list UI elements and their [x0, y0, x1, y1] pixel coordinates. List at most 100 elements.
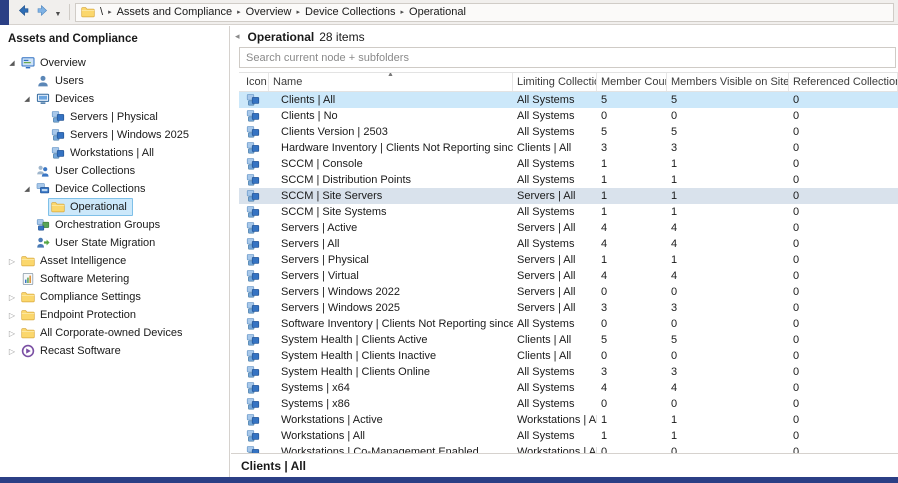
cell-limiting-collection: All Systems	[513, 158, 597, 170]
sidebar-item-devices[interactable]: ◢Devices	[0, 90, 229, 108]
forward-button[interactable]	[33, 2, 51, 22]
table-row[interactable]: SCCM | ConsoleAll Systems110	[239, 156, 898, 172]
collection-icon	[239, 349, 269, 363]
column-header-member-count[interactable]: Member Count	[597, 73, 667, 91]
table-row[interactable]: Systems | x64All Systems440	[239, 380, 898, 396]
column-header-referenced-collection[interactable]: Referenced Collection	[789, 73, 898, 91]
breadcrumb-item-overview[interactable]: Overview	[246, 6, 292, 18]
cell-limiting-collection: Servers | All	[513, 222, 597, 234]
expand-node-icon[interactable]: ▷	[6, 311, 18, 320]
table-row[interactable]: Workstations | ActiveWorkstations | All1…	[239, 412, 898, 428]
column-header-name[interactable]: Name▲	[269, 73, 513, 91]
column-header-limiting-collection[interactable]: Limiting Collection	[513, 73, 597, 91]
search-input[interactable]	[240, 52, 895, 64]
collection-icon	[239, 365, 269, 379]
expand-node-icon[interactable]: ▷	[6, 329, 18, 338]
column-header-members-visible-on-site[interactable]: Members Visible on Site	[667, 73, 789, 91]
breadcrumb-item-root[interactable]: \	[100, 6, 103, 18]
table-row[interactable]: Servers | PhysicalServers | All110	[239, 252, 898, 268]
table-row[interactable]: Clients | AllAll Systems550	[239, 92, 898, 108]
column-header-label: Referenced Collection	[793, 76, 898, 88]
orchestration-icon	[36, 218, 50, 232]
table-row[interactable]: System Health | Clients InactiveClients …	[239, 348, 898, 364]
table-row[interactable]: System Health | Clients OnlineAll System…	[239, 364, 898, 380]
sidebar-item-label: Workstations | All	[70, 147, 154, 159]
expand-node-icon[interactable]: ▷	[6, 347, 18, 356]
user-collections-icon	[36, 164, 50, 178]
address-bar[interactable]: \▸Assets and Compliance▸Overview▸Device …	[75, 3, 894, 22]
sidebar-item-orchestration-groups[interactable]: Orchestration Groups	[0, 216, 229, 234]
collection-icon	[239, 173, 269, 187]
sidebar-item-device-collections[interactable]: ◢Device Collections	[0, 180, 229, 198]
table-row[interactable]: Servers | Windows 2025Servers | All330	[239, 300, 898, 316]
back-button[interactable]	[14, 2, 32, 22]
sidebar-item-endpoint-protection[interactable]: ▷Endpoint Protection	[0, 306, 229, 324]
breadcrumb-item-operational[interactable]: Operational	[409, 6, 466, 18]
table-row[interactable]: SCCM | Site ServersServers | All110	[239, 188, 898, 204]
cell-referenced-collection: 0	[789, 414, 898, 426]
sidebar-item-user-state-migration[interactable]: User State Migration	[0, 234, 229, 252]
sidebar-item-all-corporate-owned-devices[interactable]: ▷All Corporate-owned Devices	[0, 324, 229, 342]
collapse-pane-icon[interactable]: ◂	[235, 32, 240, 41]
cell-name: Servers | Virtual	[269, 270, 513, 282]
cell-member-count: 1	[597, 174, 667, 186]
cell-name: System Health | Clients Inactive	[269, 350, 513, 362]
table-row[interactable]: Clients | NoAll Systems000	[239, 108, 898, 124]
cell-member-count: 0	[597, 446, 667, 453]
breadcrumb-item-device-collections[interactable]: Device Collections	[305, 6, 395, 18]
cell-member-count: 0	[597, 286, 667, 298]
table-row[interactable]: Servers | Windows 2022Servers | All000	[239, 284, 898, 300]
sidebar-item-label: Recast Software	[40, 345, 121, 357]
breadcrumb-item-assets-and-compliance[interactable]: Assets and Compliance	[117, 6, 233, 18]
sidebar-item-servers-physical[interactable]: Servers | Physical	[0, 108, 229, 126]
collapse-node-icon[interactable]: ◢	[21, 95, 33, 103]
sidebar-item-servers-windows-2025[interactable]: Servers | Windows 2025	[0, 126, 229, 144]
history-dropdown-button[interactable]: ▼	[52, 2, 64, 22]
sidebar-item-operational[interactable]: Operational	[0, 198, 229, 216]
expand-node-icon[interactable]: ▷	[6, 293, 18, 302]
sidebar-item-label: Compliance Settings	[40, 291, 141, 303]
table-row[interactable]: Workstations | Co-Management EnabledWork…	[239, 444, 898, 453]
sidebar-item-asset-intelligence[interactable]: ▷Asset Intelligence	[0, 252, 229, 270]
grid-header: IconName▲Limiting CollectionMember Count…	[239, 72, 898, 92]
sidebar-item-overview[interactable]: ◢Overview	[0, 54, 229, 72]
sidebar-item-users[interactable]: Users	[0, 72, 229, 90]
collection-icon	[239, 253, 269, 267]
sidebar-item-workstations-all[interactable]: Workstations | All	[0, 144, 229, 162]
table-row[interactable]: SCCM | Distribution PointsAll Systems110	[239, 172, 898, 188]
sidebar-item-compliance-settings[interactable]: ▷ Compliance Settings	[0, 288, 229, 306]
cell-member-count: 4	[597, 238, 667, 250]
column-header-icon[interactable]: Icon	[239, 73, 269, 91]
cell-members-visible: 3	[667, 366, 789, 378]
sidebar-item-recast-software[interactable]: ▷ Recast Software	[0, 342, 229, 360]
collapse-node-icon[interactable]: ◢	[21, 185, 33, 193]
expand-node-icon[interactable]: ▷	[6, 257, 18, 266]
column-header-label: Icon	[246, 76, 267, 88]
cell-referenced-collection: 0	[789, 254, 898, 266]
cell-member-count: 1	[597, 158, 667, 170]
cell-members-visible: 1	[667, 206, 789, 218]
table-row[interactable]: System Health | Clients ActiveClients | …	[239, 332, 898, 348]
cell-name: SCCM | Console	[269, 158, 513, 170]
table-row[interactable]: Servers | ActiveServers | All440	[239, 220, 898, 236]
table-row[interactable]: SCCM | Site SystemsAll Systems110	[239, 204, 898, 220]
table-row[interactable]: Servers | AllAll Systems440	[239, 236, 898, 252]
sidebar-item-user-collections[interactable]: User Collections	[0, 162, 229, 180]
cell-member-count: 5	[597, 94, 667, 106]
table-row[interactable]: Systems | x86All Systems000	[239, 396, 898, 412]
table-row[interactable]: Hardware Inventory | Clients Not Reporti…	[239, 140, 898, 156]
table-row[interactable]: Workstations | AllAll Systems110	[239, 428, 898, 444]
table-row[interactable]: Servers | VirtualServers | All440	[239, 268, 898, 284]
table-row[interactable]: Software Inventory | Clients Not Reporti…	[239, 316, 898, 332]
table-row[interactable]: Clients Version | 2503All Systems550	[239, 124, 898, 140]
cell-members-visible: 3	[667, 142, 789, 154]
cell-limiting-collection: Clients | All	[513, 350, 597, 362]
sort-ascending-icon: ▲	[387, 73, 394, 78]
collection-icon	[51, 110, 65, 124]
sidebar-item-label: User State Migration	[55, 237, 155, 249]
cell-members-visible: 1	[667, 430, 789, 442]
collapse-node-icon[interactable]: ◢	[6, 59, 18, 67]
sidebar-item-software-metering[interactable]: Software Metering	[0, 270, 229, 288]
breadcrumb-separator-icon: ▸	[297, 8, 301, 16]
breadcrumb-separator-icon: ▸	[237, 8, 241, 16]
